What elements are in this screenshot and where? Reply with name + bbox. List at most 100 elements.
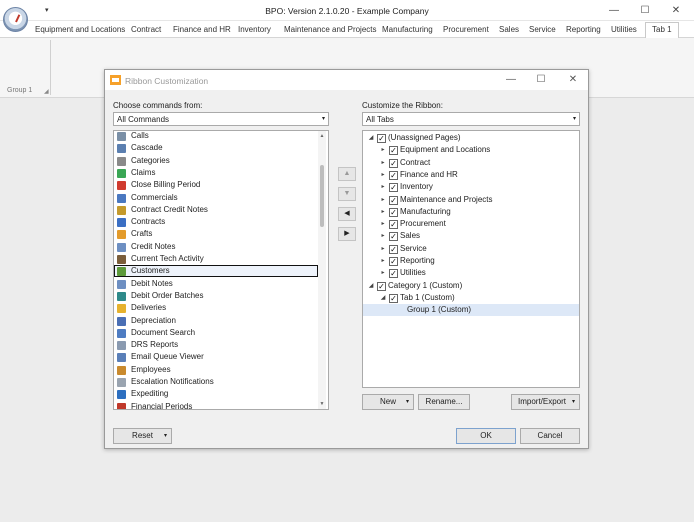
remove-from-ribbon-button[interactable]: ◀ <box>338 207 356 221</box>
tree-node[interactable]: ◢ ✓ (Unassigned Pages) <box>363 132 579 144</box>
command-item[interactable]: Customers <box>114 265 318 278</box>
tree-node[interactable]: ▸ ✓ Contract <box>363 157 579 169</box>
tree-node[interactable]: ◢ ✓ Category 1 (Custom) <box>363 280 579 292</box>
command-item[interactable]: Categories <box>114 155 318 167</box>
tab-maintenance-and-projects[interactable]: Maintenance and Projects <box>284 25 377 34</box>
tree-node[interactable]: ◢ ✓ Tab 1 (Custom) <box>363 292 579 304</box>
commands-list-scrollbar[interactable]: ▲ ▼ <box>318 131 326 409</box>
dialog-maximize-button[interactable]: ☐ <box>531 72 551 88</box>
tree-node-checkbox[interactable]: ✓ <box>389 244 398 254</box>
tree-node[interactable]: Group 1 (Custom) <box>363 304 579 317</box>
move-down-button[interactable]: ▼ <box>338 187 356 201</box>
commands-list[interactable]: Financial Periods Expediting Escalation No… <box>113 130 329 410</box>
expand-arrow-icon[interactable]: ▸ <box>379 144 387 156</box>
close-button[interactable]: ✕ <box>664 3 688 19</box>
command-item[interactable]: Claims <box>114 167 318 179</box>
tab-reporting[interactable]: Reporting <box>566 25 601 34</box>
command-item[interactable]: Cascade <box>114 142 318 154</box>
tab-service[interactable]: Service <box>529 25 556 34</box>
expand-arrow-icon[interactable]: ▸ <box>379 267 387 279</box>
tree-node[interactable]: ▸ ✓ Procurement <box>363 218 579 230</box>
command-item[interactable]: Escalation Notifications <box>114 376 318 388</box>
tree-node[interactable]: ▸ ✓ Inventory <box>363 181 579 193</box>
minimize-button[interactable]: — <box>602 3 626 19</box>
new-button[interactable]: New ▾ <box>362 394 414 410</box>
tab-contract[interactable]: Contract <box>131 25 161 34</box>
tree-node-checkbox[interactable]: ✓ <box>389 146 398 156</box>
tree-node-checkbox[interactable]: ✓ <box>389 269 398 279</box>
tab-tab-1[interactable]: Tab 1 <box>645 22 679 39</box>
command-item[interactable]: Depreciation <box>114 315 318 327</box>
tree-node-checkbox[interactable]: ✓ <box>389 293 398 303</box>
tree-node-checkbox[interactable]: ✓ <box>389 232 398 242</box>
tab-equipment-and-locations[interactable]: Equipment and Locations <box>35 25 125 34</box>
commands-source-dropdown[interactable]: All Commands ▾ <box>113 112 329 126</box>
dialog-close-button[interactable]: ✕ <box>563 72 583 88</box>
tab-procurement[interactable]: Procurement <box>443 25 489 34</box>
expand-arrow-icon[interactable]: ▸ <box>379 206 387 218</box>
command-item[interactable]: DRS Reports <box>114 339 318 351</box>
app-logo-icon[interactable] <box>3 7 28 32</box>
collapse-arrow-icon[interactable]: ◢ <box>367 280 375 292</box>
command-item[interactable]: Calls <box>114 131 318 142</box>
command-item[interactable]: Document Search <box>114 327 318 339</box>
command-item[interactable]: Commercials <box>114 192 318 204</box>
cancel-button[interactable]: Cancel <box>520 428 580 444</box>
tree-node-checkbox[interactable]: ✓ <box>389 207 398 217</box>
command-item[interactable]: Employees <box>114 364 318 376</box>
tree-node[interactable]: ▸ ✓ Manufacturing <box>363 206 579 218</box>
command-item[interactable]: Contracts <box>114 216 318 228</box>
tree-node[interactable]: ▸ ✓ Utilities <box>363 267 579 279</box>
command-item[interactable]: Close Billing Period <box>114 179 318 191</box>
scrollbar-thumb[interactable] <box>320 165 324 227</box>
tree-node[interactable]: ▸ ✓ Finance and HR <box>363 169 579 181</box>
collapse-arrow-icon[interactable]: ◢ <box>379 292 387 304</box>
command-item[interactable]: Deliveries <box>114 302 318 314</box>
expand-arrow-icon[interactable]: ▸ <box>379 169 387 181</box>
command-item[interactable]: Financial Periods <box>114 401 318 409</box>
command-item[interactable]: Current Tech Activity <box>114 253 318 265</box>
command-item[interactable]: Email Queue Viewer <box>114 351 318 363</box>
rename-button[interactable]: Rename... <box>418 394 470 410</box>
tree-node[interactable]: ▸ ✓ Reporting <box>363 255 579 267</box>
scroll-down-arrow[interactable]: ▼ <box>318 401 326 407</box>
tree-node[interactable]: ▸ ✓ Equipment and Locations <box>363 144 579 156</box>
ok-button[interactable]: OK <box>456 428 516 444</box>
expand-arrow-icon[interactable]: ▸ <box>379 218 387 230</box>
tree-node-checkbox[interactable]: ✓ <box>389 158 398 168</box>
tree-node-checkbox[interactable]: ✓ <box>377 281 386 291</box>
expand-arrow-icon[interactable]: ▸ <box>379 243 387 255</box>
command-item[interactable]: Expediting <box>114 388 318 400</box>
expand-arrow-icon[interactable]: ▸ <box>379 230 387 242</box>
tree-node[interactable]: ▸ ✓ Service <box>363 243 579 255</box>
collapse-arrow-icon[interactable]: ◢ <box>367 132 375 144</box>
tree-node-checkbox[interactable]: ✓ <box>389 170 398 180</box>
move-up-button[interactable]: ▲ <box>338 167 356 181</box>
dialog-minimize-button[interactable]: — <box>501 72 521 88</box>
scroll-up-arrow[interactable]: ▲ <box>318 133 326 139</box>
expand-arrow-icon[interactable]: ▸ <box>379 181 387 193</box>
reset-button[interactable]: Reset ▾ <box>113 428 172 444</box>
command-item[interactable]: Crafts <box>114 228 318 240</box>
tree-node-checkbox[interactable]: ✓ <box>389 257 398 266</box>
tab-manufacturing[interactable]: Manufacturing <box>382 25 433 34</box>
command-item[interactable]: Contract Credit Notes <box>114 204 318 216</box>
add-to-ribbon-button[interactable]: ▶ <box>338 227 356 241</box>
tab-finance-and-hr[interactable]: Finance and HR <box>173 25 231 34</box>
tab-inventory[interactable]: Inventory <box>238 25 271 34</box>
tree-node[interactable]: ▸ ✓ Maintenance and Projects <box>363 194 579 206</box>
group-launcher-icon[interactable]: ◢ <box>44 88 49 95</box>
maximize-button[interactable]: ☐ <box>633 3 657 19</box>
import-export-button[interactable]: Import/Export ▾ <box>511 394 580 410</box>
expand-arrow-icon[interactable]: ▸ <box>379 194 387 206</box>
command-item[interactable]: Debit Notes <box>114 278 318 290</box>
command-item[interactable]: Credit Notes <box>114 241 318 253</box>
tree-node-checkbox[interactable]: ✓ <box>377 134 386 143</box>
tree-node-checkbox[interactable]: ✓ <box>389 220 398 230</box>
tree-node-checkbox[interactable]: ✓ <box>389 183 398 193</box>
expand-arrow-icon[interactable]: ▸ <box>379 255 387 267</box>
tree-node[interactable]: ▸ ✓ Sales <box>363 230 579 242</box>
expand-arrow-icon[interactable]: ▸ <box>379 157 387 169</box>
tab-sales[interactable]: Sales <box>499 25 519 34</box>
ribbon-tabs-dropdown[interactable]: All Tabs ▾ <box>362 112 580 126</box>
